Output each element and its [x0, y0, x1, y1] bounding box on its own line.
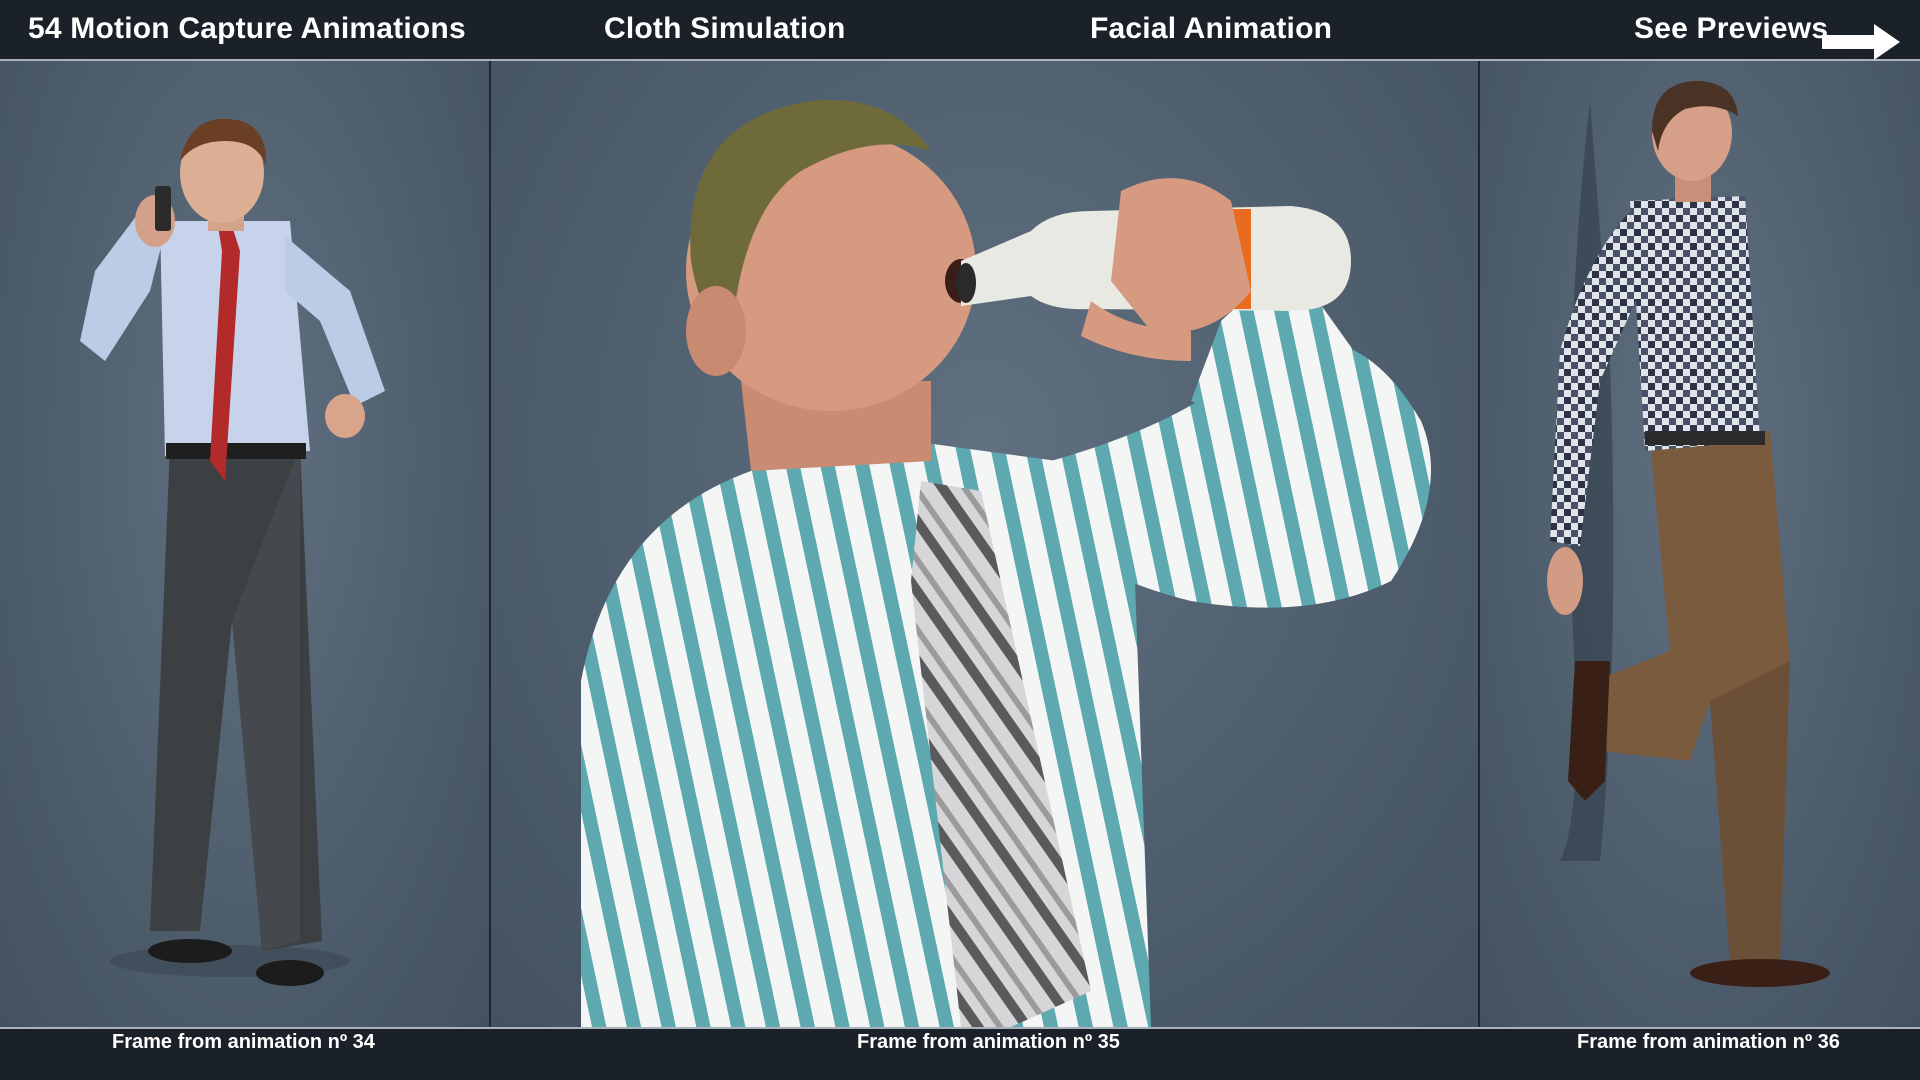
preview-stage — [0, 61, 1920, 1027]
header-facial-animation: Facial Animation — [1090, 12, 1333, 45]
caption-animation-36: Frame from animation nº 36 — [1577, 1031, 1840, 1053]
preview-panel-1 — [0, 61, 489, 1027]
man-drinking-illustration — [581, 100, 1431, 1027]
preview-panel-3 — [1480, 61, 1920, 1027]
top-bar: 54 Motion Capture Animations Cloth Simul… — [0, 0, 1920, 61]
man-leaning-illustration — [1547, 81, 1830, 987]
preview-panel-2 — [491, 61, 1478, 1027]
arrow-right-icon[interactable] — [1822, 22, 1900, 62]
man-on-phone-illustration — [80, 118, 385, 986]
header-cloth-simulation: Cloth Simulation — [604, 12, 846, 45]
caption-animation-34: Frame from animation nº 34 — [112, 1031, 375, 1053]
caption-animation-35: Frame from animation nº 35 — [857, 1031, 1120, 1053]
see-previews-link[interactable]: See Previews — [1634, 12, 1828, 46]
header-motion-capture: 54 Motion Capture Animations — [28, 12, 466, 45]
